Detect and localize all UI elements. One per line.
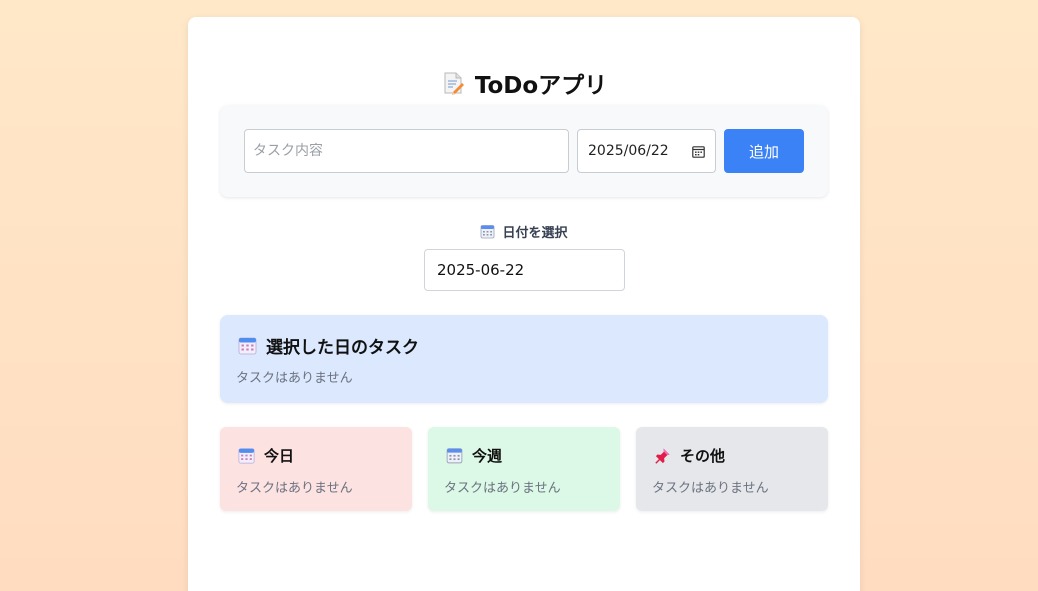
- task-content-input[interactable]: [244, 129, 569, 173]
- date-select-value: 2025-06-22: [437, 261, 525, 279]
- other-header: その他: [654, 445, 725, 466]
- memo-icon: [441, 71, 465, 95]
- today-title: 今日: [264, 447, 295, 465]
- other-title: その他: [680, 447, 726, 465]
- add-task-form: 2025/06/22 追加: [220, 105, 828, 197]
- pushpin-icon: [654, 447, 671, 464]
- calendar-picker-icon[interactable]: [692, 145, 705, 158]
- calendar-icon: [238, 447, 255, 464]
- calendar-icon: [446, 447, 463, 464]
- app-title-text: ToDoアプリ: [474, 73, 608, 99]
- selected-day-empty-text: タスクはありません: [236, 371, 353, 386]
- this-week-tasks-panel: 今週 タスクはありません: [428, 427, 620, 511]
- page-title: ToDoアプリ: [188, 67, 860, 99]
- date-picker-label: 日付を選択: [188, 221, 860, 241]
- other-tasks-panel: その他 タスクはありません: [636, 427, 828, 511]
- due-date-value: 2025/06/22: [588, 143, 669, 159]
- this-week-empty-text: タスクはありません: [444, 481, 561, 496]
- todo-card: ToDoアプリ 2025/06/22 追加: [188, 17, 860, 591]
- date-picker-label-text: 日付を選択: [502, 225, 568, 241]
- selected-day-title: 選択した日のタスク: [266, 338, 419, 358]
- this-week-header: 今週: [446, 445, 502, 466]
- this-week-title: 今週: [472, 447, 503, 465]
- other-empty-text: タスクはありません: [652, 481, 769, 496]
- due-date-input[interactable]: 2025/06/22: [577, 129, 716, 173]
- date-select-input[interactable]: 2025-06-22: [424, 249, 625, 291]
- calendar-icon: [238, 336, 257, 355]
- selected-day-tasks-panel: 選択した日のタスク タスクはありません: [220, 315, 828, 403]
- add-task-button[interactable]: 追加: [724, 129, 804, 173]
- today-empty-text: タスクはありません: [236, 481, 353, 496]
- calendar-icon: [480, 224, 495, 239]
- today-header: 今日: [238, 445, 294, 466]
- selected-day-header: 選択した日のタスク: [238, 333, 419, 358]
- today-tasks-panel: 今日 タスクはありません: [220, 427, 412, 511]
